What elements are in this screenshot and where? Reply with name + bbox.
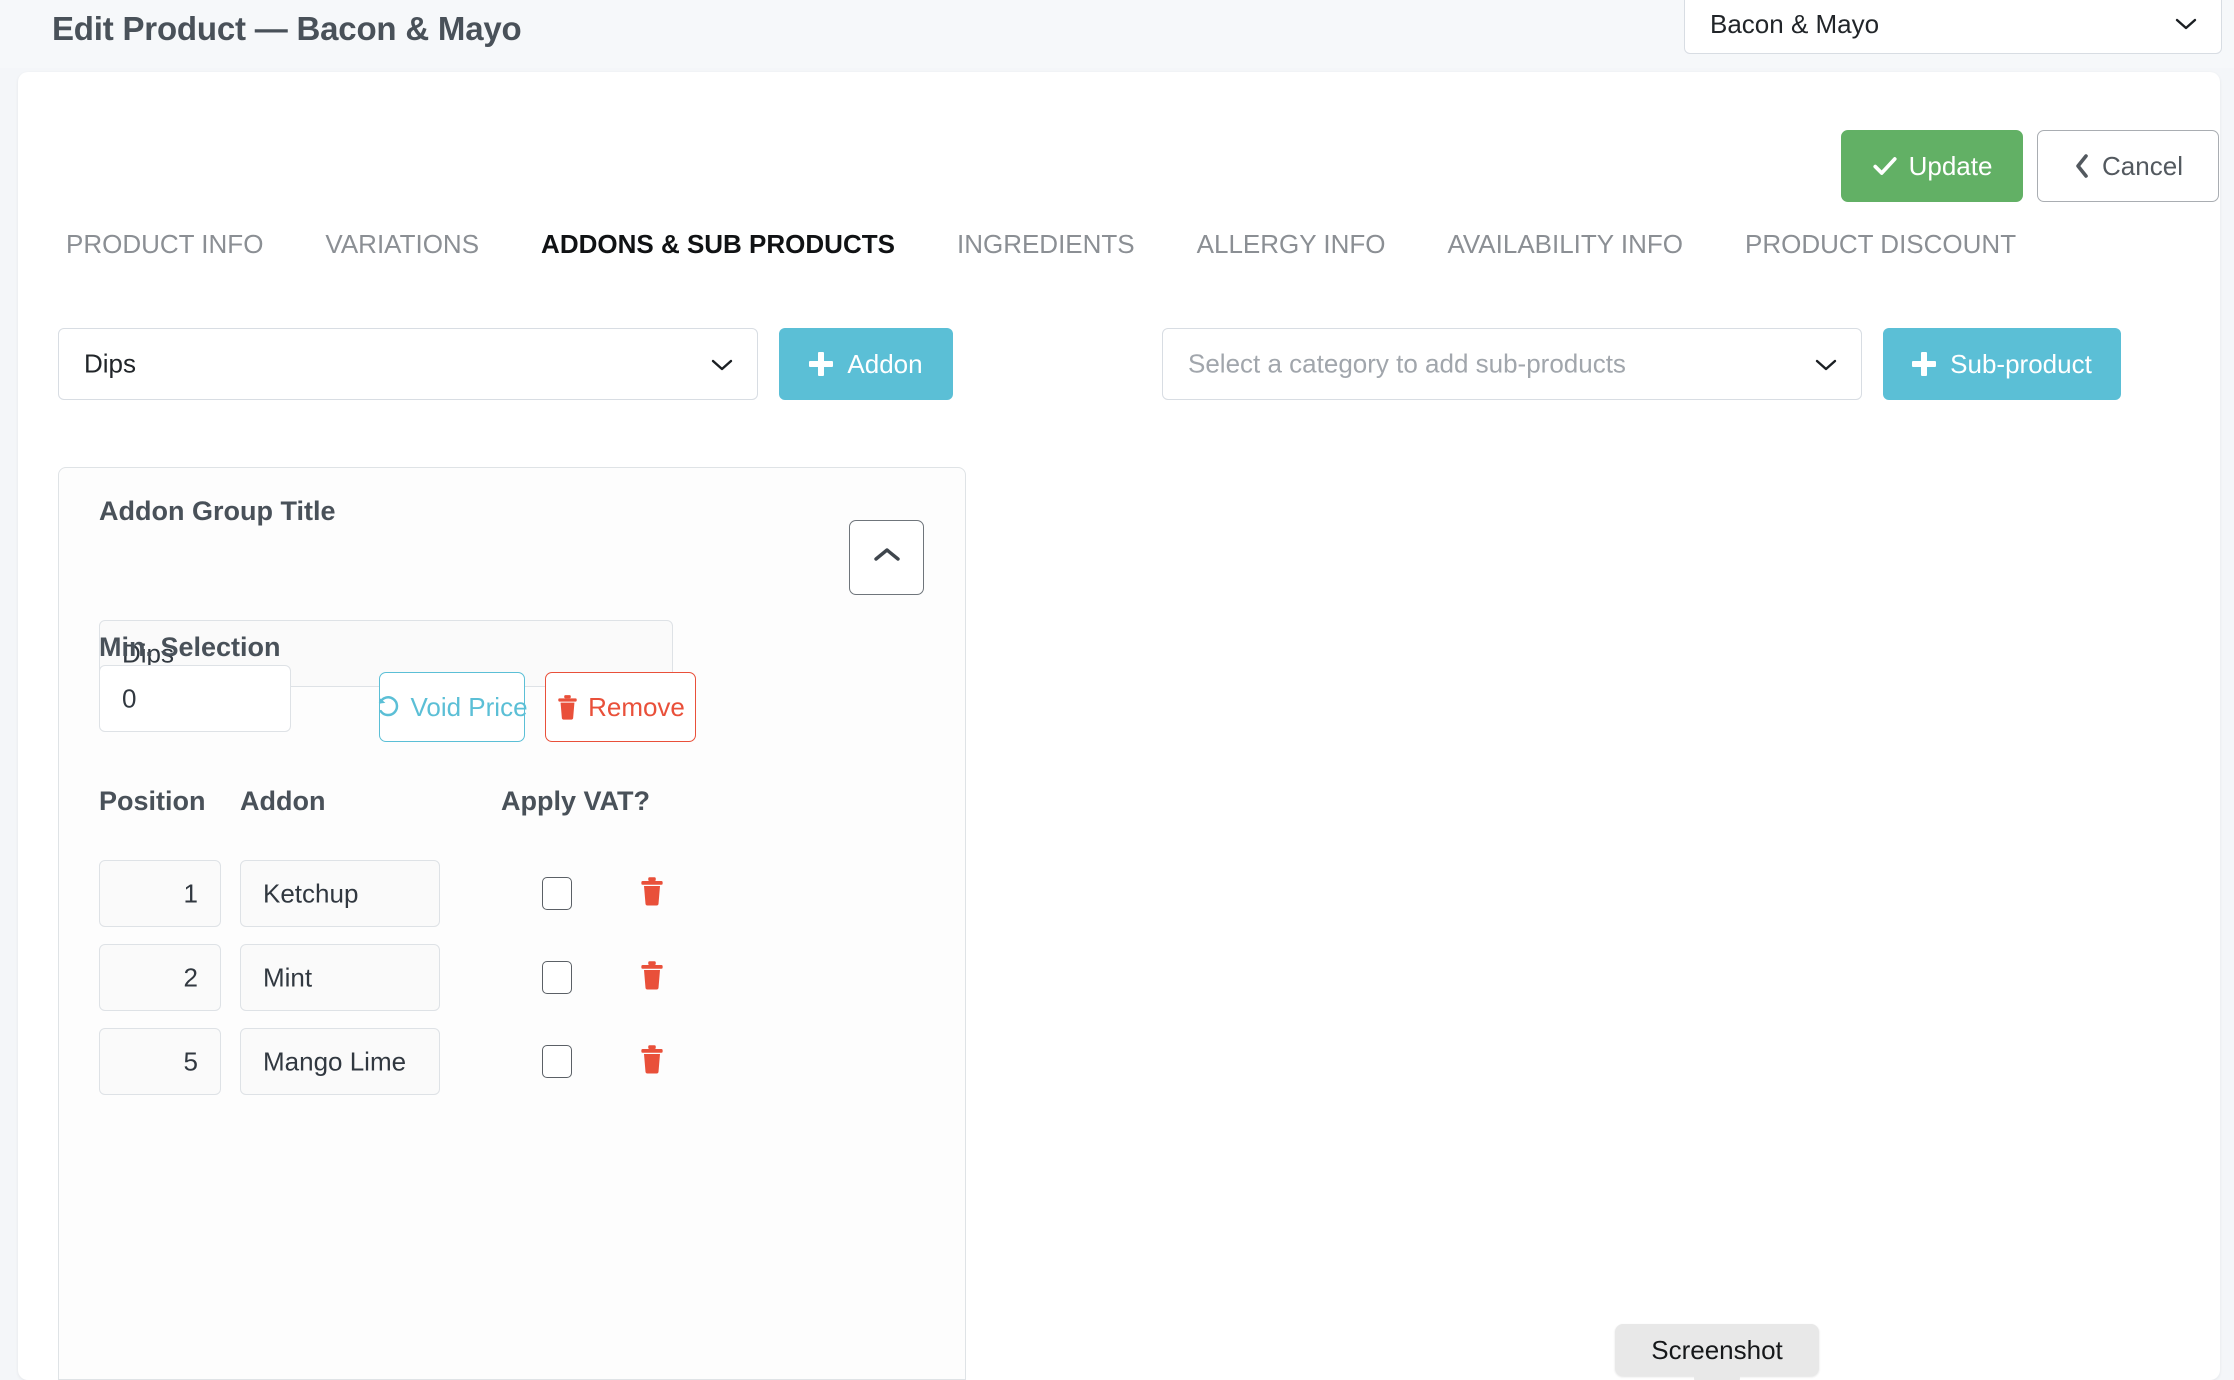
tab-addons-sub-products[interactable]: ADDONS & SUB PRODUCTS: [541, 229, 895, 260]
tab-availability-info[interactable]: AVAILABILITY INFO: [1447, 229, 1683, 260]
trash-icon: [639, 876, 665, 911]
plus-icon: [809, 352, 834, 376]
chevron-down-icon: [1815, 359, 1837, 371]
min-selection-input[interactable]: 0: [99, 665, 291, 732]
addon-position-input[interactable]: 1: [99, 860, 221, 927]
void-price-button-label: Void Price: [410, 691, 528, 722]
apply-vat-checkbox[interactable]: [542, 877, 572, 910]
undo-icon: [376, 695, 401, 720]
plus-icon: [1912, 352, 1937, 376]
addon-category-value: Dips: [84, 348, 137, 379]
remove-group-button-label: Remove: [588, 691, 685, 722]
tab-variations[interactable]: VARIATIONS: [325, 229, 479, 260]
chevron-down-icon: [711, 359, 733, 371]
apply-vat-checkbox[interactable]: [542, 1045, 572, 1078]
check-icon: [1872, 153, 1898, 179]
chevron-left-icon: [2073, 154, 2091, 178]
screenshot-tooltip: Screenshot: [1615, 1324, 1819, 1376]
cancel-button[interactable]: Cancel: [2037, 130, 2219, 202]
column-header-apply-vat: Apply VAT?: [501, 786, 650, 816]
apply-vat-checkbox[interactable]: [542, 961, 572, 994]
table-row: 1 Ketchup: [59, 860, 967, 944]
addon-position-value: 5: [183, 1046, 198, 1076]
addon-group-title-label: Addon Group Title: [99, 496, 336, 526]
add-subproduct-button[interactable]: Sub-product: [1883, 328, 2121, 400]
min-selection-label: Min. Selection: [99, 632, 281, 662]
delete-addon-button[interactable]: [632, 1039, 672, 1083]
page-title: Edit Product — Bacon & Mayo: [52, 10, 522, 47]
min-selection-value: 0: [122, 683, 137, 713]
tab-product-info[interactable]: PRODUCT INFO: [66, 229, 263, 260]
addon-name-value: Mango Lime: [263, 1046, 407, 1076]
delete-addon-button[interactable]: [632, 955, 672, 999]
addon-name-value: Ketchup: [263, 878, 359, 908]
add-addon-button-label: Addon: [847, 348, 923, 379]
subproduct-category-placeholder: Select a category to add sub-products: [1188, 348, 1626, 379]
table-row: 5 Mango Lime: [59, 1028, 967, 1112]
tab-allergy-info[interactable]: ALLERGY INFO: [1197, 229, 1386, 260]
addon-position-input[interactable]: 5: [99, 1028, 221, 1095]
trash-icon: [639, 1044, 665, 1079]
delete-addon-button[interactable]: [632, 871, 672, 915]
update-button-label: Update: [1908, 150, 1993, 181]
screenshot-tooltip-tail: [1694, 1374, 1740, 1380]
app-root: Edit Product — Bacon & Mayo Bacon & Mayo…: [0, 0, 2234, 1380]
chevron-up-icon: [872, 546, 902, 569]
addon-name-value: Mint: [263, 962, 313, 992]
product-selector-value: Bacon & Mayo: [1710, 9, 1880, 39]
addon-name-input[interactable]: Ketchup: [240, 860, 440, 927]
addon-name-input[interactable]: Mango Lime: [240, 1028, 440, 1095]
subproduct-category-select[interactable]: Select a category to add sub-products: [1162, 328, 1862, 400]
tab-product-discount[interactable]: PRODUCT DISCOUNT: [1745, 229, 2016, 260]
top-bar: Edit Product — Bacon & Mayo Bacon & Mayo: [0, 0, 2234, 68]
addon-position-value: 2: [183, 962, 198, 992]
addon-category-select[interactable]: Dips: [58, 328, 758, 400]
column-header-position: Position: [99, 786, 206, 816]
addon-position-input[interactable]: 2: [99, 944, 221, 1011]
trash-icon: [556, 694, 579, 720]
tab-bar: PRODUCT INFO VARIATIONS ADDONS & SUB PRO…: [66, 222, 2016, 266]
column-header-addon: Addon: [240, 786, 326, 816]
addon-name-input[interactable]: Mint: [240, 944, 440, 1011]
cancel-button-label: Cancel: [2102, 150, 2183, 181]
addon-group-collapse-button[interactable]: [849, 520, 924, 595]
trash-icon: [639, 960, 665, 995]
chevron-down-icon: [2175, 18, 2197, 30]
add-addon-button[interactable]: Addon: [779, 328, 953, 400]
add-subproduct-button-label: Sub-product: [1950, 348, 2092, 379]
table-row: 2 Mint: [59, 944, 967, 1028]
product-selector[interactable]: Bacon & Mayo: [1684, 0, 2222, 54]
void-price-button[interactable]: Void Price: [376, 672, 528, 742]
addon-group-card: Addon Group Title Dips Min. Selection 0 …: [58, 467, 966, 1380]
update-button[interactable]: Update: [1841, 130, 2023, 202]
addon-position-value: 1: [183, 878, 198, 908]
remove-group-button[interactable]: Remove: [545, 672, 696, 742]
tab-ingredients[interactable]: INGREDIENTS: [957, 229, 1135, 260]
